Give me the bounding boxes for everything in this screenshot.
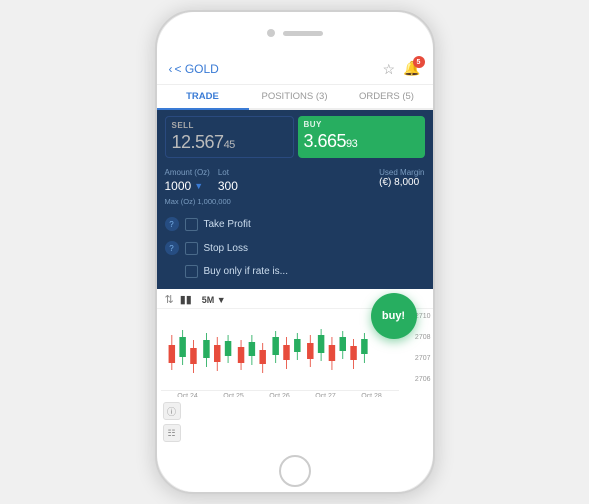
buy-price-main: 3.665: [304, 131, 347, 151]
amount-value[interactable]: 1000: [165, 179, 192, 193]
stop-loss-label: Stop Loss: [204, 243, 248, 254]
x-label-0: Oct 24: [177, 391, 198, 397]
amount-dropdown-icon[interactable]: ▼: [194, 181, 203, 191]
home-button[interactable]: [279, 455, 311, 487]
back-icon: ‹: [169, 62, 173, 76]
x-label-1: Oct 25: [223, 391, 244, 397]
chart-area: buy! ⇅ ▮▮ 5M ▼: [157, 289, 433, 450]
x-axis: Oct 24 Oct 25 Oct 26 Oct 27 Oct 28: [161, 390, 399, 397]
buy-price-small: 93: [346, 138, 357, 150]
margin-label: Used Margin: [379, 168, 424, 177]
buy-button[interactable]: buy!: [371, 293, 417, 339]
x-label-2: Oct 26: [269, 391, 290, 397]
tab-positions[interactable]: POSITIONS (3): [249, 85, 341, 108]
trade-section: SELL 12.56745 BUY 3.66593: [157, 110, 433, 164]
sell-label: SELL: [172, 121, 287, 130]
tab-orders[interactable]: ORDERS (5): [341, 85, 433, 108]
notification-badge: 5: [413, 56, 425, 68]
sell-price-main: 12.567: [172, 132, 224, 152]
options-section: ? Take Profit ? Stop Loss Buy only if ra…: [157, 210, 433, 289]
header-icons: ☆ 🔔 5: [383, 60, 421, 78]
bottom-icons: ⓘ ☷: [163, 402, 181, 442]
option-buy-if: Buy only if rate is...: [165, 260, 425, 283]
camera: [267, 29, 275, 37]
candle-icon: ▮▮: [180, 293, 196, 306]
screen: ‹ < GOLD ☆ 🔔 5 TRADE POSITIONS (3) ORDER…: [157, 54, 433, 450]
speaker: [283, 31, 323, 36]
swap-icon[interactable]: ⇅: [165, 293, 174, 306]
phone-shell: ‹ < GOLD ☆ 🔔 5 TRADE POSITIONS (3) ORDER…: [155, 10, 435, 494]
amount-label: Amount (Oz): [165, 168, 210, 177]
x-label-4: Oct 28: [361, 391, 382, 397]
take-profit-checkbox[interactable]: [185, 218, 198, 231]
buy-if-label: Buy only if rate is...: [204, 266, 288, 277]
buy-box[interactable]: BUY 3.66593: [298, 116, 425, 158]
buy-price: 3.66593: [304, 131, 419, 152]
top-bezel: [157, 12, 433, 54]
buy-if-checkbox[interactable]: [185, 265, 198, 278]
y-label-3: 2706: [403, 376, 431, 383]
sell-price-small: 45: [224, 139, 235, 151]
bell-wrapper[interactable]: 🔔 5: [403, 60, 420, 78]
bottom-bezel: [157, 450, 433, 492]
lot-group: Lot 300: [218, 168, 238, 193]
margin-group: Used Margin (€) 8,000: [379, 168, 424, 188]
stop-loss-help-icon[interactable]: ?: [165, 241, 179, 255]
sell-box[interactable]: SELL 12.56745: [165, 116, 294, 158]
max-label: Max (Oz) 1,000,000: [157, 195, 433, 210]
x-label-3: Oct 27: [315, 391, 336, 397]
option-take-profit: ? Take Profit: [165, 212, 425, 236]
trade-row: SELL 12.56745 BUY 3.66593: [165, 116, 425, 158]
candles-chart: [161, 315, 399, 385]
header: ‹ < GOLD ☆ 🔔 5: [157, 54, 433, 85]
amount-value-row: 1000 ▼: [165, 179, 210, 193]
take-profit-label: Take Profit: [204, 219, 251, 230]
tabs: TRADE POSITIONS (3) ORDERS (5): [157, 85, 433, 110]
table-icon[interactable]: ☷: [163, 424, 181, 442]
take-profit-help-icon[interactable]: ?: [165, 217, 179, 231]
back-button[interactable]: ‹ < GOLD: [169, 62, 219, 76]
amount-section: Amount (Oz) 1000 ▼ Lot 300 Used Margin (…: [157, 164, 433, 195]
star-icon[interactable]: ☆: [383, 61, 396, 78]
y-label-2: 2707: [403, 355, 431, 362]
chart-canvas: Oct 24 Oct 25 Oct 26 Oct 27 Oct 28: [157, 311, 403, 397]
margin-value: (€) 8,000: [379, 177, 424, 188]
stop-loss-checkbox[interactable]: [185, 242, 198, 255]
info-icon[interactable]: ⓘ: [163, 402, 181, 420]
option-stop-loss: ? Stop Loss: [165, 236, 425, 260]
buy-label: BUY: [304, 120, 419, 129]
sell-price: 12.56745: [172, 132, 287, 153]
tab-trade[interactable]: TRADE: [157, 85, 249, 108]
lot-label: Lot: [218, 168, 238, 177]
lot-value: 300: [218, 179, 238, 193]
back-label: < GOLD: [175, 62, 219, 76]
timeframe-label[interactable]: 5M ▼: [202, 295, 226, 305]
amount-group: Amount (Oz) 1000 ▼: [165, 168, 210, 193]
